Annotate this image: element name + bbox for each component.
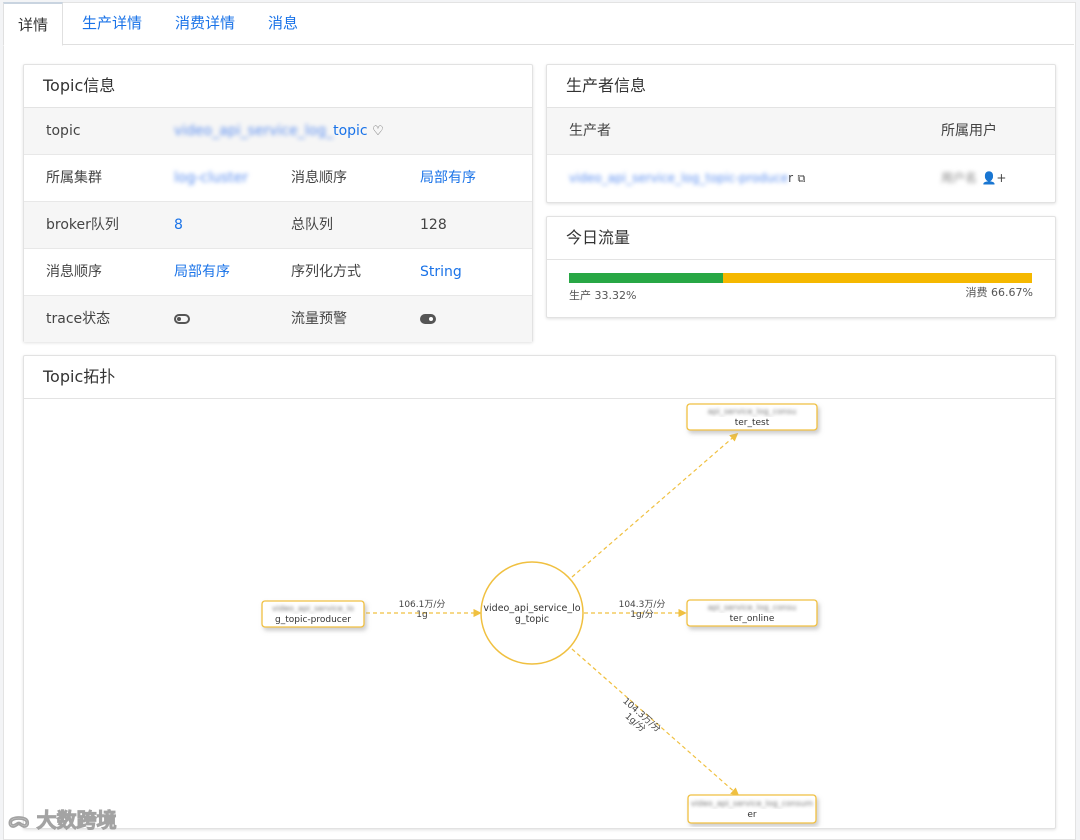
- producer-column-header: 生产者: [569, 123, 611, 139]
- consumer-test-blurred: api_service_log_consu: [708, 407, 797, 416]
- produce-percent-label: 生产 33.32%: [569, 289, 637, 302]
- producer-row: video_api_service_log_topic-producer ⧉ 用…: [547, 155, 1055, 201]
- traffic-alert-label: 流量预警: [291, 311, 347, 327]
- producer-name-blurred: video_api_service_log_topic-produce: [569, 171, 789, 185]
- broker-queue-label: broker队列: [46, 217, 119, 233]
- owner-column-header: 所属用户: [941, 123, 997, 139]
- producer-info-title: 生产者信息: [547, 65, 1055, 108]
- tab-details[interactable]: 详情: [3, 2, 64, 46]
- watermark-text: 大数跨境: [36, 808, 117, 833]
- producer-info-card: 生产者信息 生产者 所属用户 video_api_service_log_top…: [546, 64, 1056, 203]
- total-queue-value: 128: [420, 217, 447, 233]
- traffic-title: 今日流量: [547, 217, 1055, 260]
- order-row: 消息顺序 局部有序 序列化方式 String: [24, 249, 532, 296]
- topology-title: Topic拓扑: [24, 356, 1055, 399]
- tab-produce-details[interactable]: 生产详情: [82, 2, 142, 44]
- topic-info-title: Topic信息: [24, 65, 532, 108]
- edge-in-rate: 106.1万/分: [399, 599, 446, 610]
- producer-name-suffix: r: [788, 171, 794, 185]
- edge-online-size: 1g/分: [630, 609, 653, 620]
- traffic-card: 今日流量 生产 33.32% 消费 66.67%: [546, 216, 1056, 318]
- edge-topic-to-test: [571, 432, 739, 578]
- producer-node-blurred: video_api_service_lo: [272, 604, 354, 613]
- topic-row: topic video_api_service_log_topic ♡: [24, 108, 532, 155]
- watermark-logo: ᯅ 大数跨境: [8, 804, 118, 833]
- topology-card: Topic拓扑 106.1万/分 1g 104.3万/分 1g/分 104.3万…: [23, 355, 1056, 829]
- consumer-3-node[interactable]: video_api_service_log_consum er: [687, 794, 817, 824]
- serialization-label: 序列化方式: [291, 264, 361, 280]
- edge-down-label: 104.3万/分 1g/分: [620, 696, 663, 735]
- producer-node-label: g_topic-producer: [275, 615, 351, 625]
- message-order-label: 消息顺序: [291, 170, 347, 186]
- trace-row: trace状态 流量预警: [24, 296, 532, 342]
- topic-node-label-2: g_topic: [515, 614, 549, 625]
- edge-online-rate: 104.3万/分: [619, 599, 666, 610]
- producer-header-row: 生产者 所属用户: [547, 108, 1055, 155]
- copy-icon[interactable]: ⧉: [798, 172, 806, 185]
- cluster-row: 所属集群 log-cluster 消息顺序 局部有序: [24, 155, 532, 202]
- traffic-alert-toggle[interactable]: [420, 296, 436, 342]
- topic-value[interactable]: video_api_service_log_topic ♡: [174, 108, 384, 154]
- owner-name-blurred: 用户名: [941, 171, 978, 185]
- edge-in-size: 1g: [416, 610, 427, 620]
- consumer-online-label: ter_online: [730, 614, 775, 624]
- trace-label: trace状态: [46, 311, 111, 327]
- consumer-online-node[interactable]: api_service_log_consu ter_online: [686, 599, 818, 627]
- tab-consume-details[interactable]: 消费详情: [175, 2, 235, 44]
- watermark-icon: ᯅ: [8, 808, 31, 833]
- toggle-on-icon: [420, 314, 436, 324]
- order-label: 消息顺序: [46, 264, 102, 280]
- tab-bar: 详情 生产详情 消费详情 消息: [3, 2, 1074, 46]
- topic-info-card: Topic信息 topic video_api_service_log_topi…: [23, 64, 533, 342]
- topic-node-label-1: video_api_service_lo: [483, 603, 580, 614]
- serialization-value[interactable]: String: [420, 249, 462, 295]
- producer-name[interactable]: video_api_service_log_topic-producer ⧉: [569, 155, 805, 201]
- topic-name-blurred: video_api_service_log_: [174, 123, 334, 139]
- add-user-icon[interactable]: 👤+: [981, 171, 1006, 185]
- total-queue-label: 总队列: [291, 217, 333, 233]
- tab-messages[interactable]: 消息: [268, 2, 298, 44]
- cluster-label: 所属集群: [46, 170, 102, 186]
- message-order-value[interactable]: 局部有序: [420, 155, 476, 201]
- order-value[interactable]: 局部有序: [174, 249, 230, 295]
- topic-label: topic: [46, 123, 81, 139]
- producer-node[interactable]: video_api_service_lo g_topic-producer: [261, 600, 365, 628]
- consumer-3-label: er: [747, 810, 757, 820]
- producer-owner: 用户名 👤+: [941, 155, 1006, 201]
- heart-icon[interactable]: ♡: [372, 124, 384, 139]
- consumer-3-blurred: video_api_service_log_consum: [691, 799, 814, 808]
- traffic-bar: [569, 273, 1032, 283]
- consumer-test-node[interactable]: api_service_log_consu ter_test: [686, 403, 818, 431]
- consumer-test-label: ter_test: [735, 418, 770, 428]
- consume-percent-label: 消费 66.67%: [965, 286, 1033, 299]
- consumer-online-blurred: api_service_log_consu: [708, 603, 797, 612]
- topology-graph[interactable]: 106.1万/分 1g 104.3万/分 1g/分 104.3万/分 1g/分 …: [24, 399, 1055, 827]
- cluster-value[interactable]: log-cluster: [174, 155, 248, 201]
- trace-toggle[interactable]: [174, 296, 190, 342]
- produce-bar: [569, 273, 724, 283]
- topic-name-suffix: topic: [333, 123, 368, 139]
- toggle-off-icon: [174, 314, 190, 324]
- consume-bar: [723, 273, 1032, 283]
- broker-row: broker队列 8 总队列 128: [24, 202, 532, 249]
- broker-queue-value[interactable]: 8: [174, 202, 183, 248]
